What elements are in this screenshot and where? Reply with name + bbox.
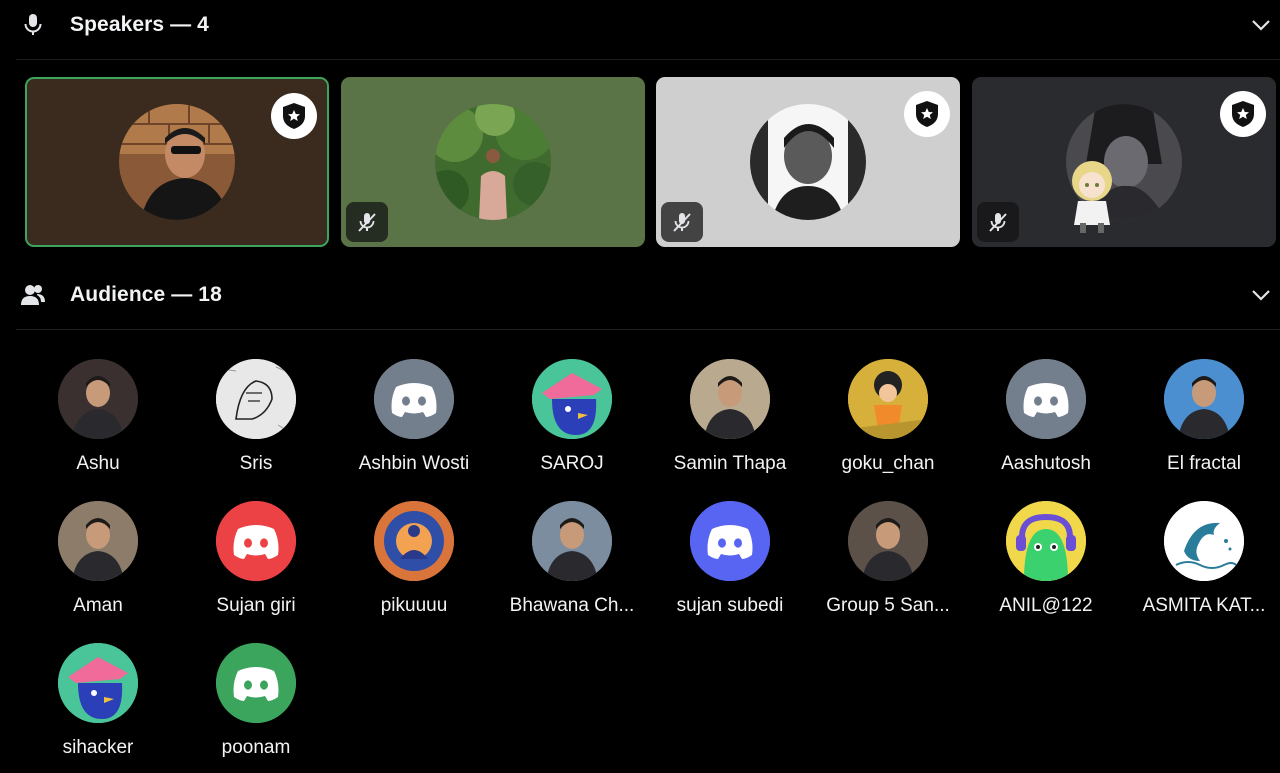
audience-member[interactable]: Bhawana Ch...: [493, 501, 651, 631]
audience-title: Audience — 18: [70, 283, 222, 306]
speaker-avatar: [119, 104, 235, 220]
avatar: [532, 359, 612, 439]
audience-member[interactable]: Ashu: [19, 359, 177, 489]
member-name: poonam: [221, 737, 291, 758]
avatar: [690, 359, 770, 439]
muted-mic-icon: [661, 202, 703, 242]
discord-logo-icon: [690, 501, 770, 581]
moderator-badge-icon: [1220, 91, 1266, 137]
audience-member[interactable]: Sris: [177, 359, 335, 489]
speaker-avatar: [750, 104, 866, 220]
audience-member[interactable]: Ashbin Wosti: [335, 359, 493, 489]
member-name: Group 5 San...: [826, 595, 950, 616]
member-name: SAROJ: [540, 453, 604, 474]
chevron-down-icon[interactable]: [1248, 12, 1274, 38]
avatar-decoration: [1062, 157, 1122, 238]
avatar: [374, 501, 454, 581]
member-name: Ashu: [76, 453, 120, 474]
member-name: Aashutosh: [1001, 453, 1091, 474]
audience-member[interactable]: ASMITA KAT...: [1125, 501, 1280, 631]
audience-member[interactable]: Aman: [19, 501, 177, 631]
audience-member[interactable]: goku_chan: [809, 359, 967, 489]
audience-header[interactable]: Audience — 18: [0, 270, 1280, 320]
speaker-tile[interactable]: [656, 77, 960, 247]
member-name: pikuuuu: [380, 595, 448, 616]
member-name: ASMITA KAT...: [1142, 595, 1266, 616]
discord-logo-icon: [216, 643, 296, 723]
avatar: [532, 501, 612, 581]
member-name: Ashbin Wosti: [358, 453, 470, 474]
discord-logo-icon: [1006, 359, 1086, 439]
divider: [16, 329, 1280, 330]
audience-member[interactable]: sujan subedi: [651, 501, 809, 631]
avatar: [1164, 359, 1244, 439]
audience-member[interactable]: Sujan giri: [177, 501, 335, 631]
moderator-badge-icon: [904, 91, 950, 137]
member-name: Aman: [73, 595, 123, 616]
member-name: ANIL@122: [999, 595, 1093, 616]
avatar: [848, 501, 928, 581]
speakers-header[interactable]: Speakers — 4: [0, 0, 1280, 50]
speaker-tile[interactable]: [972, 77, 1276, 247]
avatar: [848, 359, 928, 439]
member-name: goku_chan: [841, 453, 935, 474]
avatar: [1006, 501, 1086, 581]
member-name: Sujan giri: [216, 595, 296, 616]
chevron-down-icon[interactable]: [1248, 282, 1274, 308]
avatar: [216, 359, 296, 439]
audience-member[interactable]: ANIL@122: [967, 501, 1125, 631]
speaker-tile[interactable]: [25, 77, 329, 247]
audience-member[interactable]: Aashutosh: [967, 359, 1125, 489]
audience-member[interactable]: Group 5 San...: [809, 501, 967, 631]
moderator-badge-icon: [271, 93, 317, 139]
muted-mic-icon: [346, 202, 388, 242]
microphone-icon: [20, 12, 46, 38]
speaker-avatar: [435, 104, 551, 220]
member-name: Bhawana Ch...: [509, 595, 635, 616]
member-name: Sris: [239, 453, 273, 474]
people-icon: [20, 282, 46, 308]
audience-member[interactable]: Samin Thapa: [651, 359, 809, 489]
avatar: [1164, 501, 1244, 581]
audience-member[interactable]: pikuuuu: [335, 501, 493, 631]
speaker-tile[interactable]: [341, 77, 645, 247]
member-name: Samin Thapa: [673, 453, 787, 474]
member-name: sujan subedi: [676, 595, 784, 616]
discord-logo-icon: [216, 501, 296, 581]
avatar: [58, 359, 138, 439]
audience-member[interactable]: El fractal: [1125, 359, 1280, 489]
avatar: [58, 501, 138, 581]
discord-logo-icon: [374, 359, 454, 439]
audience-member[interactable]: SAROJ: [493, 359, 651, 489]
avatar: [58, 643, 138, 723]
member-name: sihacker: [62, 737, 134, 758]
divider: [16, 59, 1280, 60]
muted-mic-icon: [977, 202, 1019, 242]
member-name: El fractal: [1167, 453, 1241, 474]
speakers-title: Speakers — 4: [70, 13, 209, 36]
